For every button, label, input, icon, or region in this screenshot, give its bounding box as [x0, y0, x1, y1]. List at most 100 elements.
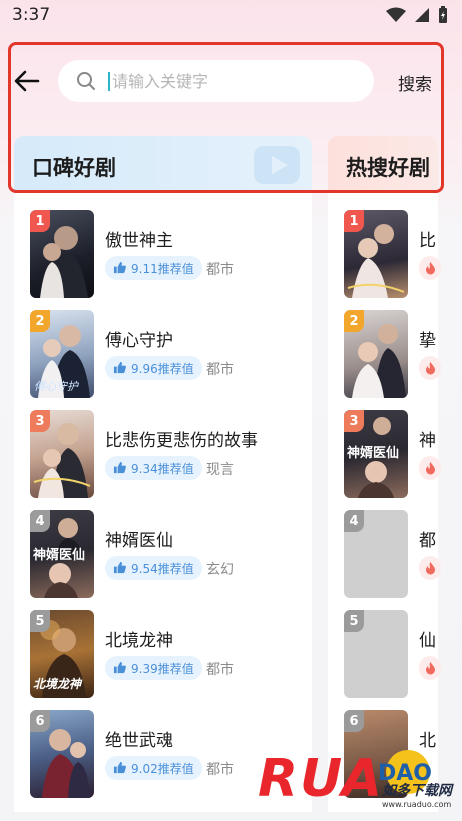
rank-badge: 5: [344, 610, 364, 632]
cover-caption: 傅心守护: [34, 380, 78, 393]
tab-label: 口碑好剧: [32, 156, 116, 180]
genre-label: 现言: [206, 462, 234, 478]
rank-badge: 3: [30, 410, 50, 432]
score-badge: 9.02推荐值: [105, 756, 202, 780]
fire-icon: [419, 456, 441, 480]
fire-icon: [419, 256, 441, 280]
list-item[interactable]: 2 挚: [344, 310, 441, 400]
score-badge: 9.34推荐值: [105, 456, 202, 480]
rank-badge: 1: [344, 210, 364, 232]
cover-caption: 神婿医仙: [347, 446, 400, 461]
battery-icon: [439, 6, 447, 23]
svg-text:RUA: RUA: [258, 749, 382, 809]
drama-title: 挚: [419, 331, 436, 351]
genre-label: 都市: [206, 262, 234, 278]
genre-label: 玄幻: [206, 562, 234, 578]
thumbs-up-icon: [113, 761, 127, 775]
play-badge-icon: [254, 146, 300, 184]
list-item[interactable]: 5 仙: [344, 610, 441, 700]
search-bar[interactable]: [58, 60, 374, 102]
score-badge: 9.11推荐值: [105, 256, 202, 280]
status-icons: [386, 6, 448, 24]
rank-badge: 5: [30, 610, 50, 632]
search-input[interactable]: [108, 71, 348, 91]
arrow-left-icon: [14, 70, 40, 92]
drama-cover[interactable]: 5 北境龙神: [30, 610, 94, 698]
list-item[interactable]: 4 神婿医仙 神婿医仙 9.54推荐值 玄幻: [30, 510, 312, 600]
score-text: 9.96推荐值: [131, 361, 194, 376]
thumbs-up-icon: [113, 361, 127, 375]
tab-label: 热搜好剧: [346, 156, 430, 180]
list-item[interactable]: 1 傲世神主 9.11推荐值 都市: [30, 210, 312, 300]
search-icon: [76, 70, 98, 92]
score-badge: 9.54推荐值: [105, 556, 202, 580]
score-text: 9.02推荐值: [131, 761, 194, 776]
back-button[interactable]: [12, 66, 42, 96]
status-bar: 3:37: [0, 0, 462, 32]
drama-cover-placeholder[interactable]: 4: [344, 510, 408, 598]
thumbs-up-icon: [113, 661, 127, 675]
rank-badge: 4: [344, 510, 364, 532]
thumbs-up-icon: [113, 261, 127, 275]
drama-title: 傲世神主: [105, 231, 173, 251]
rank-badge: 6: [344, 710, 364, 732]
fire-icon: [419, 356, 441, 380]
drama-title: 傅心守护: [105, 331, 173, 351]
watermark-url: www.ruaduo.com: [382, 800, 452, 809]
drama-cover-placeholder[interactable]: 5: [344, 610, 408, 698]
thumbs-up-icon: [113, 561, 127, 575]
cover-caption: 神婿医仙: [33, 548, 86, 563]
list-item[interactable]: 3 比悲伤更悲伤的故事 9.34推荐值 现言: [30, 410, 312, 500]
rank-badge: 4: [30, 510, 50, 532]
score-text: 9.39推荐值: [131, 661, 194, 676]
drama-title: 神婿医仙: [105, 531, 173, 551]
genre-label: 都市: [206, 362, 234, 378]
drama-cover[interactable]: 2 傅心守护: [30, 310, 94, 398]
status-time: 3:37: [12, 5, 51, 25]
score-text: 9.34推荐值: [131, 461, 194, 476]
word-of-mouth-list: 1 傲世神主 9.11推荐值 都市 2 傅心守护 傅心守护 9.96推荐值 都市…: [14, 192, 312, 812]
drama-title: 北境龙神: [105, 631, 173, 651]
tab-trending[interactable]: 热搜好剧: [328, 136, 438, 192]
watermark-cn: 如多下载网: [382, 783, 452, 799]
rank-badge: 3: [344, 410, 364, 432]
tab-word-of-mouth[interactable]: 口碑好剧: [14, 136, 312, 192]
fire-icon: [419, 656, 441, 680]
cover-caption: 北境龙神: [33, 677, 82, 691]
drama-title: 比悲伤更悲伤的故事: [105, 431, 258, 451]
list-item[interactable]: 5 北境龙神 北境龙神 9.39推荐值 都市: [30, 610, 312, 700]
drama-title: 仙: [419, 631, 436, 651]
thumbs-up-icon: [113, 461, 127, 475]
drama-title: 比: [419, 231, 436, 251]
genre-label: 都市: [206, 662, 234, 678]
rank-badge: 1: [30, 210, 50, 232]
signal-icon: [415, 8, 429, 22]
drama-cover[interactable]: 3: [30, 410, 94, 498]
score-text: 9.11推荐值: [131, 261, 194, 276]
trending-list: 1 比 2 挚 3 神婿医仙 神 4 都 5 仙 6 北: [328, 192, 441, 812]
genre-label: 都市: [206, 762, 234, 778]
drama-cover[interactable]: 4 神婿医仙: [30, 510, 94, 598]
search-button[interactable]: 搜索: [398, 70, 432, 95]
rank-badge: 6: [30, 710, 50, 732]
list-item[interactable]: 1 比: [344, 210, 441, 300]
wifi-icon: [386, 7, 406, 22]
list-item[interactable]: 3 神婿医仙 神: [344, 410, 441, 500]
score-badge: 9.96推荐值: [105, 356, 202, 380]
score-text: 9.54推荐值: [131, 561, 194, 576]
score-badge: 9.39推荐值: [105, 656, 202, 680]
drama-cover[interactable]: 1: [30, 210, 94, 298]
list-item[interactable]: 4 都: [344, 510, 441, 600]
rank-badge: 2: [30, 310, 50, 332]
list-item[interactable]: 2 傅心守护 傅心守护 9.96推荐值 都市: [30, 310, 312, 400]
drama-cover[interactable]: 3 神婿医仙: [344, 410, 408, 498]
rank-badge: 2: [344, 310, 364, 332]
drama-title: 都: [419, 531, 436, 551]
drama-cover[interactable]: 2: [344, 310, 408, 398]
watermark-logo: RUA DAO 如多下载网 www.ruaduo.com: [258, 738, 454, 816]
fire-icon: [419, 556, 441, 580]
drama-cover[interactable]: 1: [344, 210, 408, 298]
drama-title: 绝世武魂: [105, 731, 173, 751]
drama-title: 神: [419, 431, 436, 451]
drama-cover[interactable]: 6: [30, 710, 94, 798]
